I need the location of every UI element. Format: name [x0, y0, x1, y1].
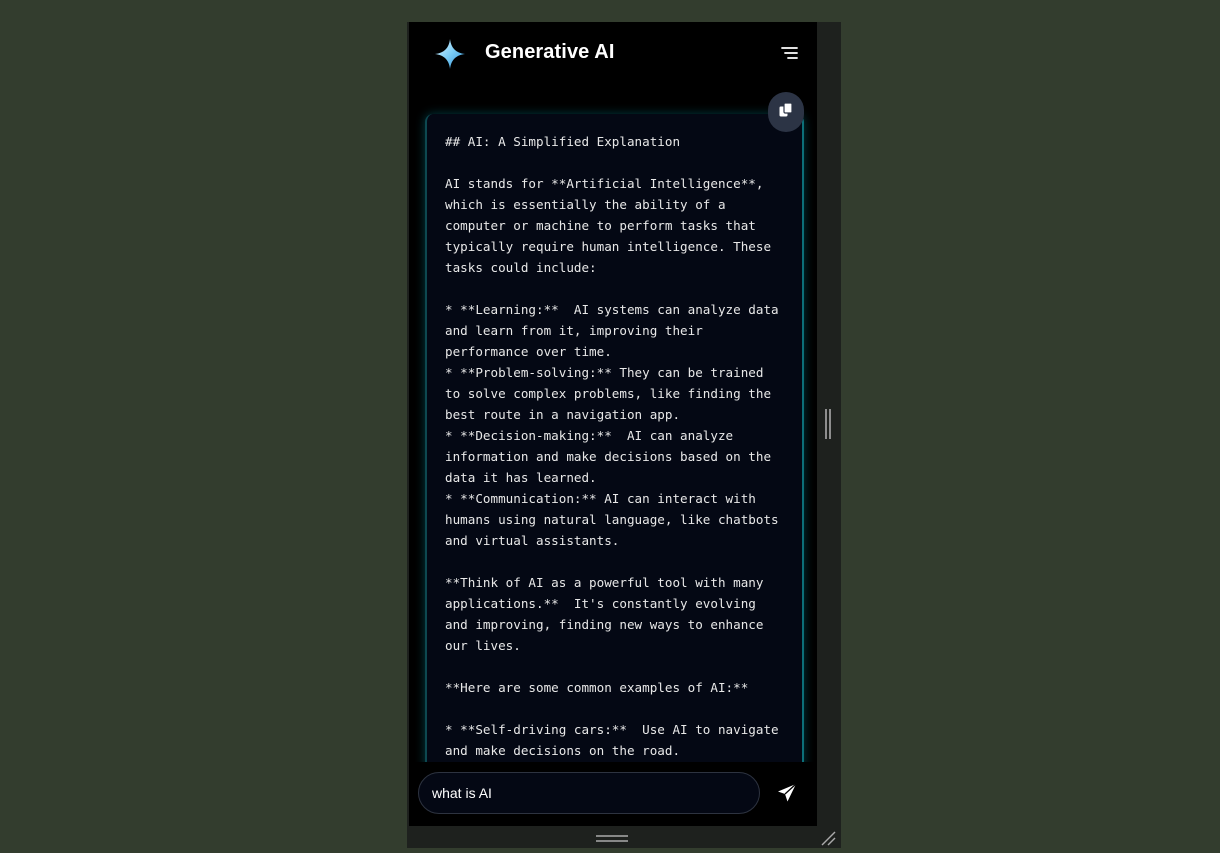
menu-icon[interactable] — [777, 42, 801, 66]
prompt-input-container[interactable] — [418, 772, 760, 814]
copy-icon — [778, 101, 794, 123]
prompt-input[interactable] — [430, 784, 734, 802]
send-icon[interactable] — [775, 781, 799, 805]
response-text: ## AI: A Simplified Explanation AI stand… — [445, 134, 779, 758]
app-window: Generative AI ## AI: A Simplified Explan… — [409, 22, 817, 826]
response-card: ## AI: A Simplified Explanation AI stand… — [425, 114, 804, 774]
resize-grip-icon[interactable] — [818, 828, 838, 848]
bottom-resize-handle[interactable] — [594, 832, 630, 844]
side-resize-handle[interactable] — [823, 408, 833, 440]
copy-button[interactable] — [768, 92, 804, 132]
sparkle-icon — [434, 38, 466, 70]
app-header: Generative AI — [409, 22, 817, 86]
app-title: Generative AI — [485, 41, 615, 63]
input-bar — [409, 762, 817, 826]
